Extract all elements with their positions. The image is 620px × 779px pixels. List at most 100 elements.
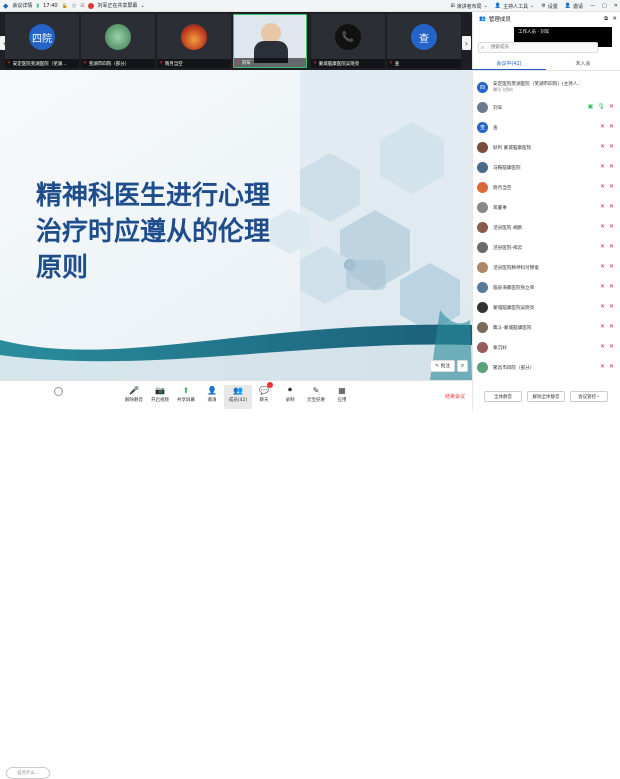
tab-in-meeting[interactable]: 会议中(42) [472,59,546,70]
active-speaker-tile[interactable]: ✕ 刘军 [233,14,307,68]
apps-button[interactable]: ▦ 应用 [328,385,356,404]
view-icon[interactable]: ⊞ [80,3,84,9]
gear-icon: ⚙ [541,3,546,9]
mic-muted-icon: ✕ [389,61,393,66]
list-item[interactable]: 秦沉好 ✕ ✕ [472,338,620,357]
close-icon[interactable]: ✕ [612,16,617,22]
meeting-details-link[interactable]: 会议详情 [12,2,32,9]
minimize-button[interactable]: — [590,3,595,9]
list-item[interactable]: 泾县医院-揭云 ✕ ✕ [472,238,620,257]
avatar: 查 [411,24,437,50]
sharing-text: 刘军正在共享屏幕 [97,3,138,9]
list-item[interactable]: 晓月当空 ✕ ✕ [472,178,620,197]
camera-off-icon: ✕ [608,143,614,150]
avatar [181,24,207,50]
add-user-icon: 👤 [564,3,572,9]
members-icon: 👥 [479,16,486,22]
avatar [477,182,488,193]
mic-icon: 🎙 [597,103,605,110]
unmute-button[interactable]: 🎤 解除静音 [120,385,148,404]
panel-header: 👥 管理成员 ⧉ ✕ [473,12,620,26]
tab-not-joined[interactable]: 未入会 [546,59,620,70]
maximize-button[interactable]: □ [602,3,607,9]
chevron-down-icon: ⌄ [530,3,535,9]
meeting-control-button[interactable]: 会议管控 ⌄ [570,391,608,402]
zoom-icon[interactable]: ⌕ [457,360,468,372]
popout-icon[interactable]: ⧉ [604,16,608,23]
list-item[interactable]: 繁昌市四院（部分） ✕ ✕ [472,358,620,377]
ai-minutes-button[interactable]: ✎ 元宝纪要 [302,385,330,404]
list-item[interactable]: 鹰斗-蒙城脑康医院 ✕ ✕ [472,318,620,337]
host-tools-button[interactable]: 👤 主持人工具 ⌄ [495,3,534,10]
avatar [477,222,488,233]
slide-title: 精神科医生进行心理 治疗时应遵从的伦理 原则 [36,181,271,283]
end-meeting-button[interactable]: 结束会议 [440,390,470,403]
list-item[interactable]: 泾县医院 胡鹏 ✕ ✕ [472,218,620,237]
list-item[interactable]: 蒋董事 ✕ ✕ [472,198,620,217]
sharing-chevron-icon[interactable]: ⌄ [140,3,144,9]
camera-off-icon: ✕ [608,283,614,290]
avatar [477,322,488,333]
emoji-icon[interactable] [54,387,63,396]
avatar: 查 [477,122,488,133]
camera-off-icon: ✕ [608,363,614,370]
participant-label: ✕ 安定医院芜湖医院（芜湖... [5,59,79,68]
meeting-time: 17:40 [43,2,58,9]
participant-tile[interactable]: ✕ 晓月当空 [157,14,231,68]
lock-icon: 🔒 [61,2,68,9]
member-list: 四 安定医院芜湖医院（芜湖市四院）(主持人, 我) 腾讯飞鸽的 刘军 ▣ 🎙 ✕ 查… [472,74,620,384]
mic-muted-icon: ✕ [599,303,605,310]
list-item[interactable]: 泾县医院精神科付锦俊 ✕ ✕ [472,258,620,277]
list-item[interactable]: 刘军 ▣ 🎙 ✕ [472,98,620,117]
avatar [477,282,488,293]
list-item[interactable]: 马鞍脑康医院 ✕ ✕ [472,158,620,177]
participant-tile[interactable]: 📞 ✕ 蒙城脑康医院吴晓亮 [311,14,385,68]
participant-label: ✕ 芜湖市四院（部分） [81,59,155,68]
list-item[interactable]: 耿利 蒙城脑康医院 ✕ ✕ [472,138,620,157]
settings-button[interactable]: ⚙ 设置 [541,3,558,10]
panel-title: 管理成员 [488,17,511,23]
camera-off-icon: ✕ [608,323,614,330]
avatar [477,202,488,213]
mic-icon: 🎤 [129,385,139,395]
top-bar: ◆ 会议详情 ▮ 17:40 🔒 ◷ ⊞ 刘军正在共享屏幕 ⌄ ⊞ 演讲者布局 ⌄ … [0,0,620,12]
list-item[interactable]: 蒙城脑康医院吴晓亮 ✕ ✕ [472,298,620,317]
share-screen-button[interactable]: ⬆ 共享屏幕 [172,385,200,404]
list-item[interactable]: 临泉海豚医院张立荣 ✕ ✕ [472,278,620,297]
list-item[interactable]: 四 安定医院芜湖医院（芜湖市四院）(主持人, 我) 腾讯飞鸽的 [472,76,620,98]
close-button[interactable]: ✕ [614,3,618,9]
camera-off-icon: ✕ [608,343,614,350]
members-button[interactable]: 👥 成员(42) [224,385,252,409]
sharing-indicator: 刘军正在共享屏幕 ⌄ [88,2,145,9]
camera-off-icon: ✕ [608,123,614,130]
chat-button[interactable]: 💬 聊天 [250,382,278,403]
notes-icon: ✎ [312,385,320,395]
invite-button[interactable]: 👤 邀请 [565,3,583,10]
start-video-button[interactable]: 📷 开启视频 [146,385,174,404]
speaker-layout-button[interactable]: ⊞ 演讲者布局 ⌄ [450,3,487,10]
member-search-input[interactable] [478,42,598,53]
chat-quick-input[interactable]: 说点什么... [6,767,50,779]
avatar [477,142,488,153]
participant-tile[interactable]: 查 ✕ 查 [387,14,461,68]
strip-next-arrow-icon[interactable]: › [462,36,471,50]
mic-muted-icon: ✕ [599,283,605,290]
phone-icon: 📞 [335,24,361,50]
list-item[interactable]: 查 查 ✕ ✕ [472,118,620,137]
participant-tile[interactable]: ✕ 芜湖市四院（部分） [81,14,155,68]
speaker-video [261,23,281,43]
camera-off-icon: ✕ [608,163,614,170]
mic-muted-icon: ✕ [83,61,87,66]
apps-icon: ▦ [338,385,346,395]
network-icon: ◷ [71,2,77,9]
unmute-all-button[interactable]: 解除全体静音 [527,391,565,402]
member-tabs: 会议中(42) 未入会 [472,59,620,71]
annotate-button[interactable]: ✎ 批注 [430,360,455,372]
participant-tile[interactable]: 四院 ✕ 安定医院芜湖医院（芜湖... [5,14,79,68]
avatar [105,24,131,50]
mute-all-button[interactable]: 全体静音 [484,391,522,402]
record-button[interactable]: ⏺ 录制 [276,385,304,403]
invite-button-bottom[interactable]: 👤 邀请 [198,385,226,404]
members-icon: 👥 [233,385,243,395]
camera-off-icon: ✕ [608,223,614,230]
